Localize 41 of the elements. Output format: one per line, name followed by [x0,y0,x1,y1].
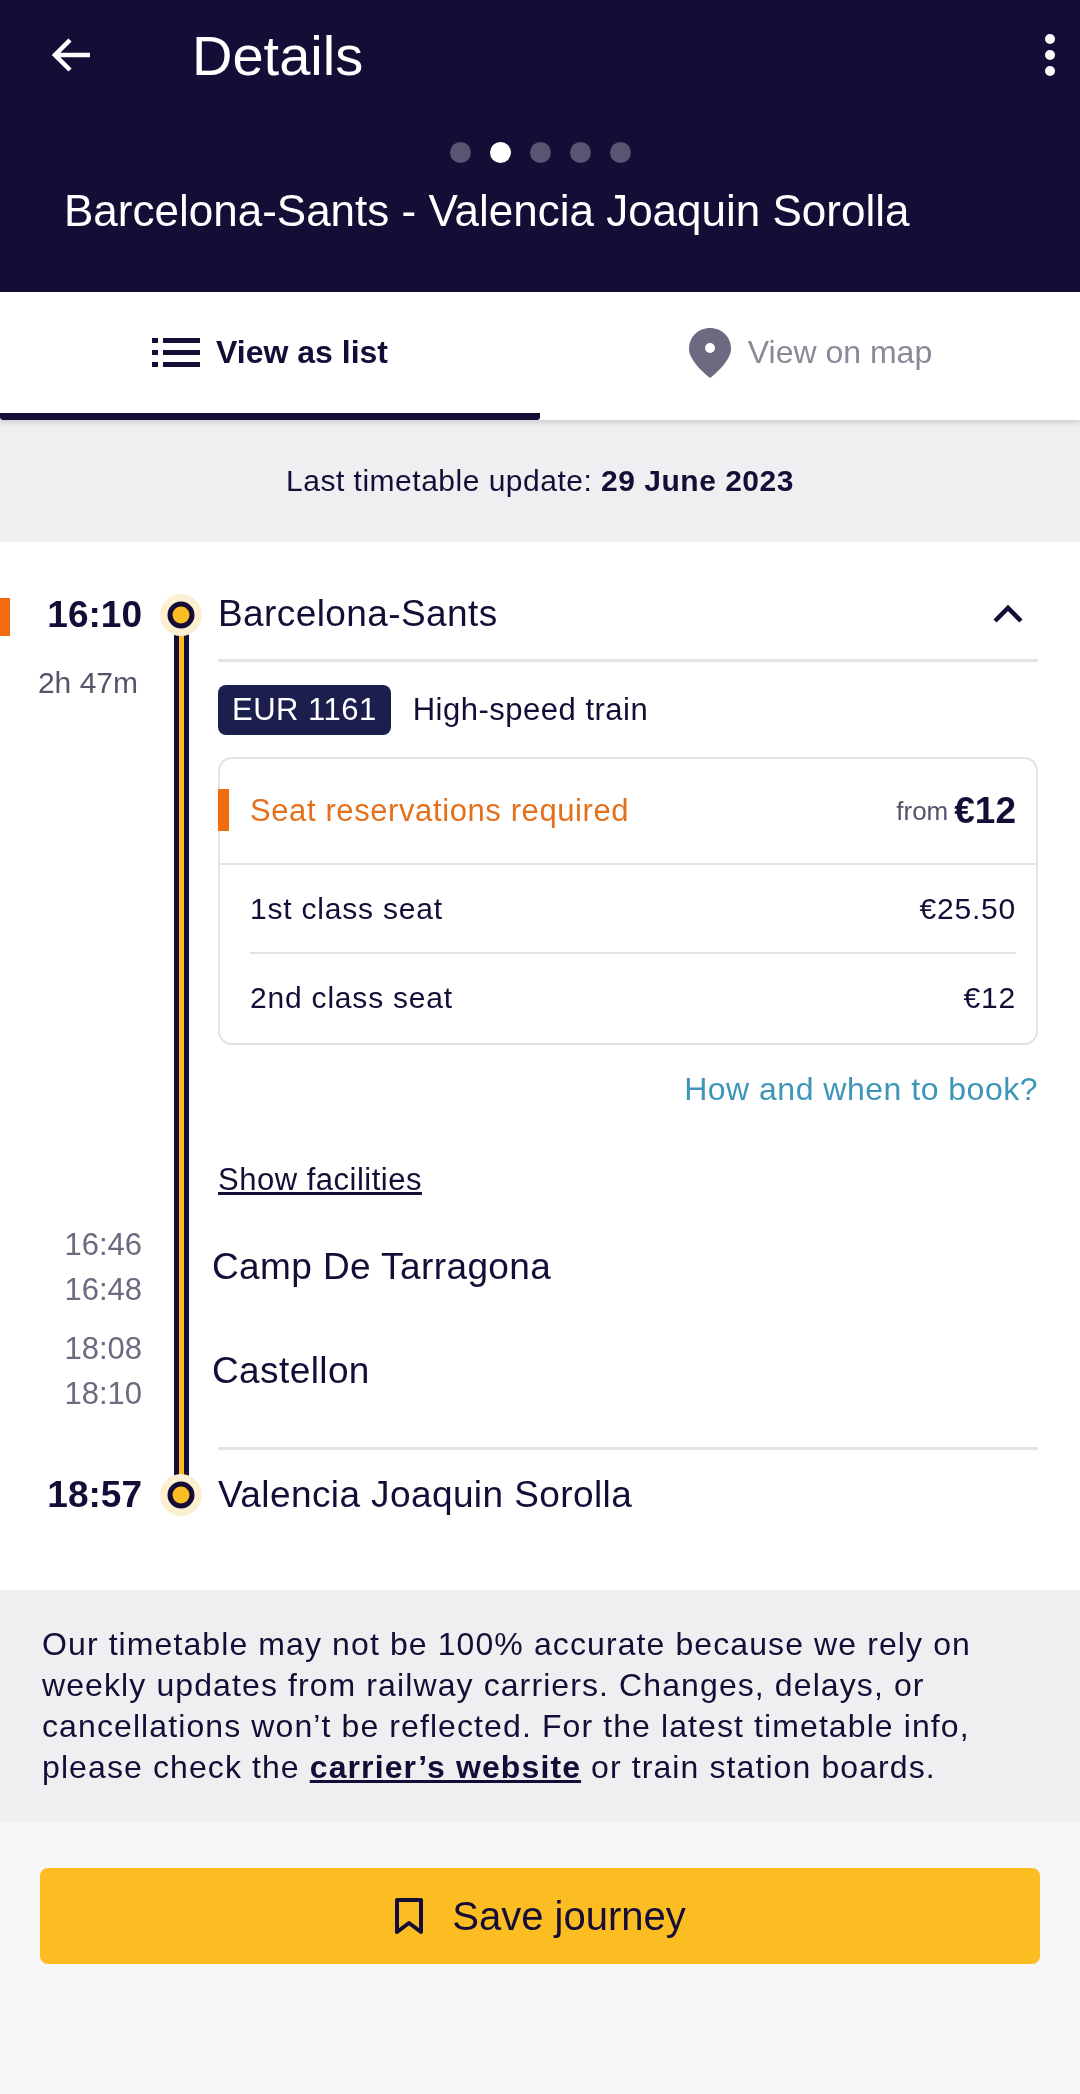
more-options-icon[interactable] [1044,33,1056,77]
station-name: Valencia Joaquin Sorolla [218,1474,633,1516]
bookmark-icon [394,1897,425,1935]
page-indicator-dot[interactable] [609,142,631,163]
page-indicator-dot[interactable] [569,142,591,163]
reservation-label: Seat reservations required [250,793,631,829]
station-name: Barcelona-Sants [218,592,498,635]
lowest-price: €12 [954,790,1016,832]
train-number: EUR 1161 [218,685,391,735]
arrival-time: 18:08 [64,1330,142,1368]
price-prefix: from [896,795,949,827]
station-name: Camp De Tarragona [212,1246,552,1287]
page-indicator-dot[interactable] [449,142,471,163]
seat-class: 2nd class seat [250,980,453,1015]
timetable-update-notice: Last timetable update: 29 June 2023 [286,464,794,498]
journey-duration: 2h 47m [37,666,138,701]
departure-time: 18:10 [64,1375,142,1413]
train-type: High-speed train [412,692,649,728]
back-arrow-icon[interactable] [52,37,92,73]
view-tab[interactable]: View as list [0,292,540,420]
stop-time: 18:57 [47,1474,142,1516]
stop-dot-icon [159,593,203,637]
disclaimer-text: Our timetable may not be 100% accurate because we rely on weekly updates from railway carriers. Changes, delays, or cancellations won’t be reflected. For the latest timetable info, please check the carrier’s website or train station boards. [42,1625,972,1787]
arrival-time: 16:46 [64,1226,142,1264]
seat-price: €25.50 [919,891,1016,926]
departure-time: 16:48 [64,1271,142,1309]
show-facilities-link[interactable]: Show facilities [218,1162,422,1198]
page-title: Details [192,22,365,88]
list-icon [152,337,200,368]
route-title: Barcelona-Sants - Valencia Joaquin Sorolla [64,186,911,236]
seat-class: 1st class seat [250,891,443,926]
station-name: Castellon [212,1350,370,1391]
seat-price: €12 [963,980,1016,1015]
stop-dot-icon [159,1473,203,1517]
page-indicator-dot[interactable] [529,142,551,163]
carrier-website-link[interactable]: carrier’s website [309,1749,582,1785]
stop-time: 16:10 [47,594,142,636]
save-journey-button[interactable]: Save journey [40,1868,1040,1964]
page-indicator-dot[interactable] [489,142,511,163]
map-pin-icon [687,326,732,379]
collapse-chevron-icon[interactable] [992,603,1024,624]
